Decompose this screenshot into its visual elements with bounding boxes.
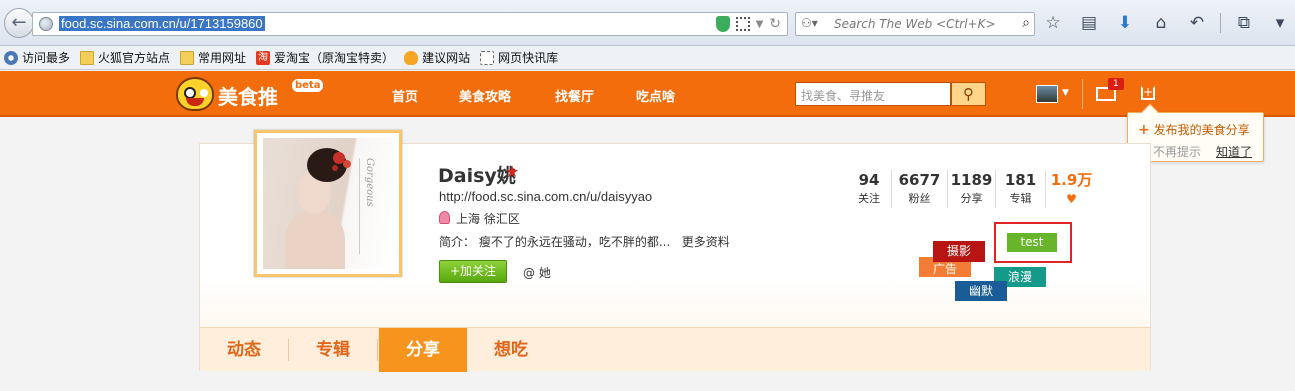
user-avatar[interactable] [1036,85,1058,103]
bookmark-suggested-sites[interactable]: 建议网站 [404,49,470,66]
profile-tabs: 动态 专辑 分享 想吃 [200,327,1150,372]
star-icon[interactable]: ☆ [1040,10,1066,36]
shield-icon[interactable] [715,16,730,32]
gear-icon [4,50,18,65]
share-post-icon[interactable]: + [1141,86,1155,100]
nav-home[interactable]: 首页 [392,86,418,105]
avatar-photo: Gorgeous [263,138,393,269]
menu-dropdown-icon[interactable]: ▾ [1267,10,1293,36]
mention-her-link[interactable]: @ 她 [523,264,551,281]
follow-button[interactable]: +加关注 [439,260,507,283]
folder-icon [180,50,195,65]
tag-photography[interactable]: 摄影 [933,241,985,262]
bookmark-firefox-sites[interactable]: 火狐官方站点 [80,49,170,66]
site-search-input[interactable]: 找美食、寻推友 [795,82,951,106]
folder-icon [80,50,95,65]
mail-count-badge: 1 [1108,78,1124,90]
site-logo[interactable]: 美食推 [218,81,278,110]
profile-stats: 94 关注 6677 粉丝 1189 分享 181 专辑 1.9万 ♥ [847,170,1097,208]
dropdown-icon[interactable]: ▼ [756,19,764,30]
reload-icon[interactable]: ↻ [769,16,781,32]
reading-list-icon[interactable]: ▤ [1076,10,1102,36]
bookmark-common-sites[interactable]: 常用网址 [180,49,246,66]
nav-food-guide[interactable]: 美食攻略 [459,86,511,105]
nav-find-restaurant[interactable]: 找餐厅 [555,86,594,105]
globe-icon [39,17,53,31]
home-icon[interactable]: ⌂ [1148,10,1174,36]
search-placeholder: Search The Web <Ctrl+K> [834,17,996,31]
crop-icon[interactable]: ⧉ [1231,10,1257,36]
verified-star-icon: ★ [505,162,520,181]
url-bar[interactable]: food.sc.sina.com.cn/u/1713159860 ▼ ↻ [32,12,788,36]
tag-humor[interactable]: 幽默 [955,281,1007,301]
undo-icon[interactable]: ↶ [1184,10,1210,36]
bookmarks-bar: 访问最多 火狐官方站点 常用网址 淘爱淘宝（原淘宝特卖） 建议网站 网页快讯库 [0,46,1295,70]
stat-fans[interactable]: 6677 粉丝 [891,170,947,208]
got-it-link[interactable]: 知道了 [1216,143,1252,160]
browser-toolbar: ← food.sc.sina.com.cn/u/1713159860 ▼ ↻ ⚇… [0,0,1295,46]
stat-following[interactable]: 94 关注 [847,170,891,208]
search-engine-icon[interactable]: ⚇▾ [801,16,818,30]
avatar-caption: Gorgeous [359,158,375,254]
gender-icon [439,211,450,224]
profile-url[interactable]: http://food.sc.sina.com.cn/u/daisyyao [439,189,652,204]
logo-icon[interactable] [176,77,214,111]
stat-albums[interactable]: 181 专辑 [995,170,1045,208]
chevron-down-icon[interactable]: ▼ [1062,88,1069,98]
bulb-icon [404,50,419,65]
stat-shares[interactable]: 1189 分享 [947,170,995,208]
publish-share-link[interactable]: + 发布我的美食分享 [1138,121,1250,138]
site-search-button[interactable]: ⚲ [951,82,986,106]
profile-bio: 简介： 瘦不了的永远在骚动，吃不胖的都... 更多资料 [439,235,730,249]
highlight-box [994,222,1072,263]
stat-likes[interactable]: 1.9万 ♥ [1045,170,1097,208]
toolbar-separator [1220,13,1221,33]
browser-search-input[interactable]: ⚇▾ Search The Web <Ctrl+K> ⌕ [795,12,1035,36]
qr-code-icon[interactable] [735,17,750,31]
beta-badge: beta [292,79,324,92]
tab-albums[interactable]: 专辑 [289,328,377,372]
webslice-icon [480,50,495,65]
more-info-link[interactable]: 更多资料 [682,235,730,249]
header-divider [1082,79,1083,109]
profile-location: 上海 徐汇区 [456,212,520,226]
bookmark-web-slices[interactable]: 网页快讯库 [480,49,558,66]
tab-shares[interactable]: 分享 [379,328,467,372]
taobao-icon: 淘 [256,50,271,65]
back-arrow-icon[interactable]: ← [4,8,34,38]
nav-what-to-eat[interactable]: 吃点啥 [636,86,675,105]
profile-avatar[interactable]: Gorgeous [254,130,402,277]
download-icon[interactable]: ⬇ [1112,10,1138,36]
bookmark-taobao[interactable]: 淘爱淘宝（原淘宝特卖） [256,49,394,66]
tab-activity[interactable]: 动态 [200,328,288,372]
bookmark-most-visited[interactable]: 访问最多 [4,49,70,66]
site-header: 美食推 beta 首页 美食攻略 找餐厅 吃点啥 找美食、寻推友 ⚲ ▼ 1 + [0,71,1295,117]
search-icon[interactable]: ⌕ [1022,15,1030,31]
url-text[interactable]: food.sc.sina.com.cn/u/1713159860 [59,16,265,31]
no-more-label: 不再提示 [1153,145,1202,159]
tab-want-to-eat[interactable]: 想吃 [467,328,555,372]
heart-icon: ♥ [1066,192,1077,206]
